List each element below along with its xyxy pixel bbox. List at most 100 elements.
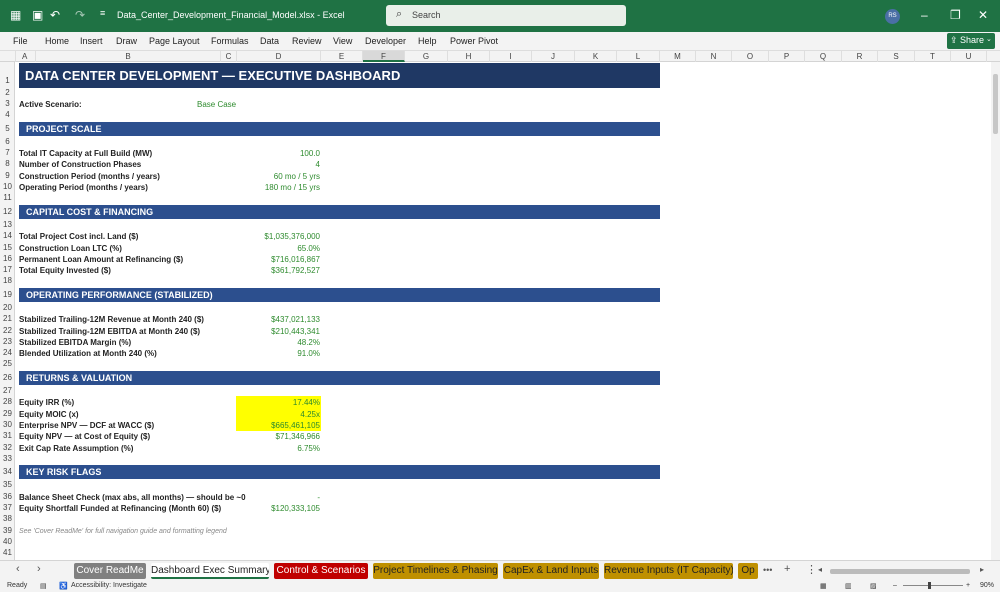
metric-value[interactable]: 60 mo / 5 yrs: [236, 172, 320, 181]
row-header[interactable]: 16: [0, 254, 15, 265]
metric-value[interactable]: $120,333,105: [236, 504, 320, 513]
tab-control-scenarios[interactable]: Control & Scenarios: [274, 563, 368, 579]
metric-value[interactable]: 91.0%: [236, 349, 320, 358]
row-header[interactable]: 18: [0, 276, 15, 287]
scroll-left-icon[interactable]: ◂: [818, 565, 822, 574]
metric-value[interactable]: -: [236, 493, 320, 502]
column-header-e[interactable]: E: [321, 51, 363, 62]
macro-recorder-icon[interactable]: ▤: [40, 582, 47, 590]
metric-value[interactable]: $210,443,341: [236, 327, 320, 336]
row-header[interactable]: 38: [0, 514, 15, 525]
column-header-o[interactable]: O: [732, 51, 769, 62]
menu-view[interactable]: View: [333, 36, 352, 46]
row-header[interactable]: 32: [0, 443, 15, 454]
tab-op-truncated[interactable]: Op: [738, 563, 758, 579]
zoom-slider-track[interactable]: [903, 585, 963, 586]
row-header[interactable]: 19: [0, 290, 15, 301]
metric-value[interactable]: 180 mo / 15 yrs: [236, 183, 320, 192]
page-break-view-icon[interactable]: ▨: [870, 582, 877, 590]
column-header-s[interactable]: S: [878, 51, 915, 62]
row-header[interactable]: 17: [0, 265, 15, 276]
row-header[interactable]: 27: [0, 386, 15, 397]
menu-draw[interactable]: Draw: [116, 36, 137, 46]
row-header[interactable]: 4: [0, 110, 15, 121]
row-header[interactable]: 9: [0, 171, 15, 182]
row-header[interactable]: 33: [0, 454, 15, 465]
row-header[interactable]: 25: [0, 359, 15, 370]
metric-value[interactable]: $1,035,376,000: [236, 232, 320, 241]
column-header-f[interactable]: F: [363, 51, 405, 62]
accessibility-status[interactable]: Accessibility: Investigate: [71, 582, 147, 589]
vertical-scrollbar[interactable]: [991, 62, 1000, 560]
column-header-q[interactable]: Q: [805, 51, 842, 62]
page-layout-view-icon[interactable]: ▥: [845, 582, 852, 590]
column-header-u[interactable]: U: [951, 51, 987, 62]
menu-data[interactable]: Data: [260, 36, 279, 46]
row-header[interactable]: 3: [0, 99, 15, 110]
row-header[interactable]: 22: [0, 326, 15, 337]
column-header-j[interactable]: J: [532, 51, 575, 62]
row-header[interactable]: 39: [0, 526, 15, 537]
row-header[interactable]: 23: [0, 337, 15, 348]
column-header-t[interactable]: T: [915, 51, 951, 62]
menu-page-layout[interactable]: Page Layout: [149, 36, 200, 46]
zoom-in-icon[interactable]: +: [966, 582, 970, 589]
menu-home[interactable]: Home: [45, 36, 69, 46]
tab-cover-readme[interactable]: Cover ReadMe: [74, 563, 146, 579]
column-header-k[interactable]: K: [575, 51, 617, 62]
metric-value[interactable]: 4.25x: [236, 410, 320, 419]
row-header[interactable]: 1: [0, 76, 15, 87]
row-header[interactable]: 28: [0, 397, 15, 408]
menu-review[interactable]: Review: [292, 36, 322, 46]
tab-dashboard-exec-summary[interactable]: Dashboard Exec Summary: [151, 563, 269, 579]
options-icon[interactable]: ⋮: [806, 563, 817, 576]
share-button[interactable]: ⇪ Share ⌄: [947, 33, 995, 49]
column-header-b[interactable]: B: [36, 51, 221, 62]
menu-power-pivot[interactable]: Power Pivot: [450, 36, 498, 46]
column-header-g[interactable]: G: [405, 51, 448, 62]
save-icon[interactable]: ▣: [32, 8, 43, 22]
row-header[interactable]: 29: [0, 409, 15, 420]
row-header[interactable]: 11: [0, 193, 15, 204]
close-icon[interactable]: ✕: [978, 8, 988, 22]
column-header-r[interactable]: R: [842, 51, 878, 62]
column-header-h[interactable]: H: [448, 51, 490, 62]
row-header[interactable]: 24: [0, 348, 15, 359]
chevron-right-icon[interactable]: ›: [37, 563, 41, 575]
metric-value[interactable]: 48.2%: [236, 338, 320, 347]
row-header[interactable]: 40: [0, 537, 15, 548]
metric-value[interactable]: $361,792,527: [236, 266, 320, 275]
row-header[interactable]: 12: [0, 207, 15, 218]
add-sheet-icon[interactable]: +: [784, 563, 790, 575]
row-header[interactable]: 31: [0, 431, 15, 442]
column-header-a[interactable]: A: [16, 51, 36, 62]
metric-value[interactable]: 4: [236, 160, 320, 169]
scenario-value[interactable]: Base Case: [197, 100, 236, 109]
redo-icon[interactable]: ↷: [75, 8, 85, 22]
horizontal-scrollbar-thumb[interactable]: [830, 569, 970, 574]
normal-view-icon[interactable]: ▦: [820, 582, 827, 590]
scroll-right-icon[interactable]: ▸: [980, 565, 984, 574]
row-header[interactable]: 34: [0, 467, 15, 478]
row-header[interactable]: 8: [0, 159, 15, 170]
metric-value[interactable]: $437,021,133: [236, 315, 320, 324]
row-header[interactable]: 6: [0, 137, 15, 148]
menu-file[interactable]: File: [13, 36, 28, 46]
row-header[interactable]: 20: [0, 303, 15, 314]
zoom-level[interactable]: 90%: [980, 582, 994, 589]
tab-project-timelines[interactable]: Project Timelines & Phasing: [373, 563, 498, 579]
menu-formulas[interactable]: Formulas: [211, 36, 249, 46]
row-header[interactable]: 37: [0, 503, 15, 514]
metric-value[interactable]: $665,461,105: [236, 421, 320, 430]
tab-capex-land[interactable]: CapEx & Land Inputs: [503, 563, 599, 579]
row-header[interactable]: 41: [0, 548, 15, 559]
column-header-c[interactable]: C: [221, 51, 237, 62]
menu-developer[interactable]: Developer: [365, 36, 406, 46]
metric-value[interactable]: 17.44%: [236, 398, 320, 407]
row-header[interactable]: 5: [0, 124, 15, 135]
metric-value[interactable]: $716,016,867: [236, 255, 320, 264]
zoom-out-icon[interactable]: –: [893, 582, 897, 589]
undo-icon[interactable]: ↶: [50, 8, 60, 22]
row-header[interactable]: 30: [0, 420, 15, 431]
row-header[interactable]: 14: [0, 231, 15, 242]
